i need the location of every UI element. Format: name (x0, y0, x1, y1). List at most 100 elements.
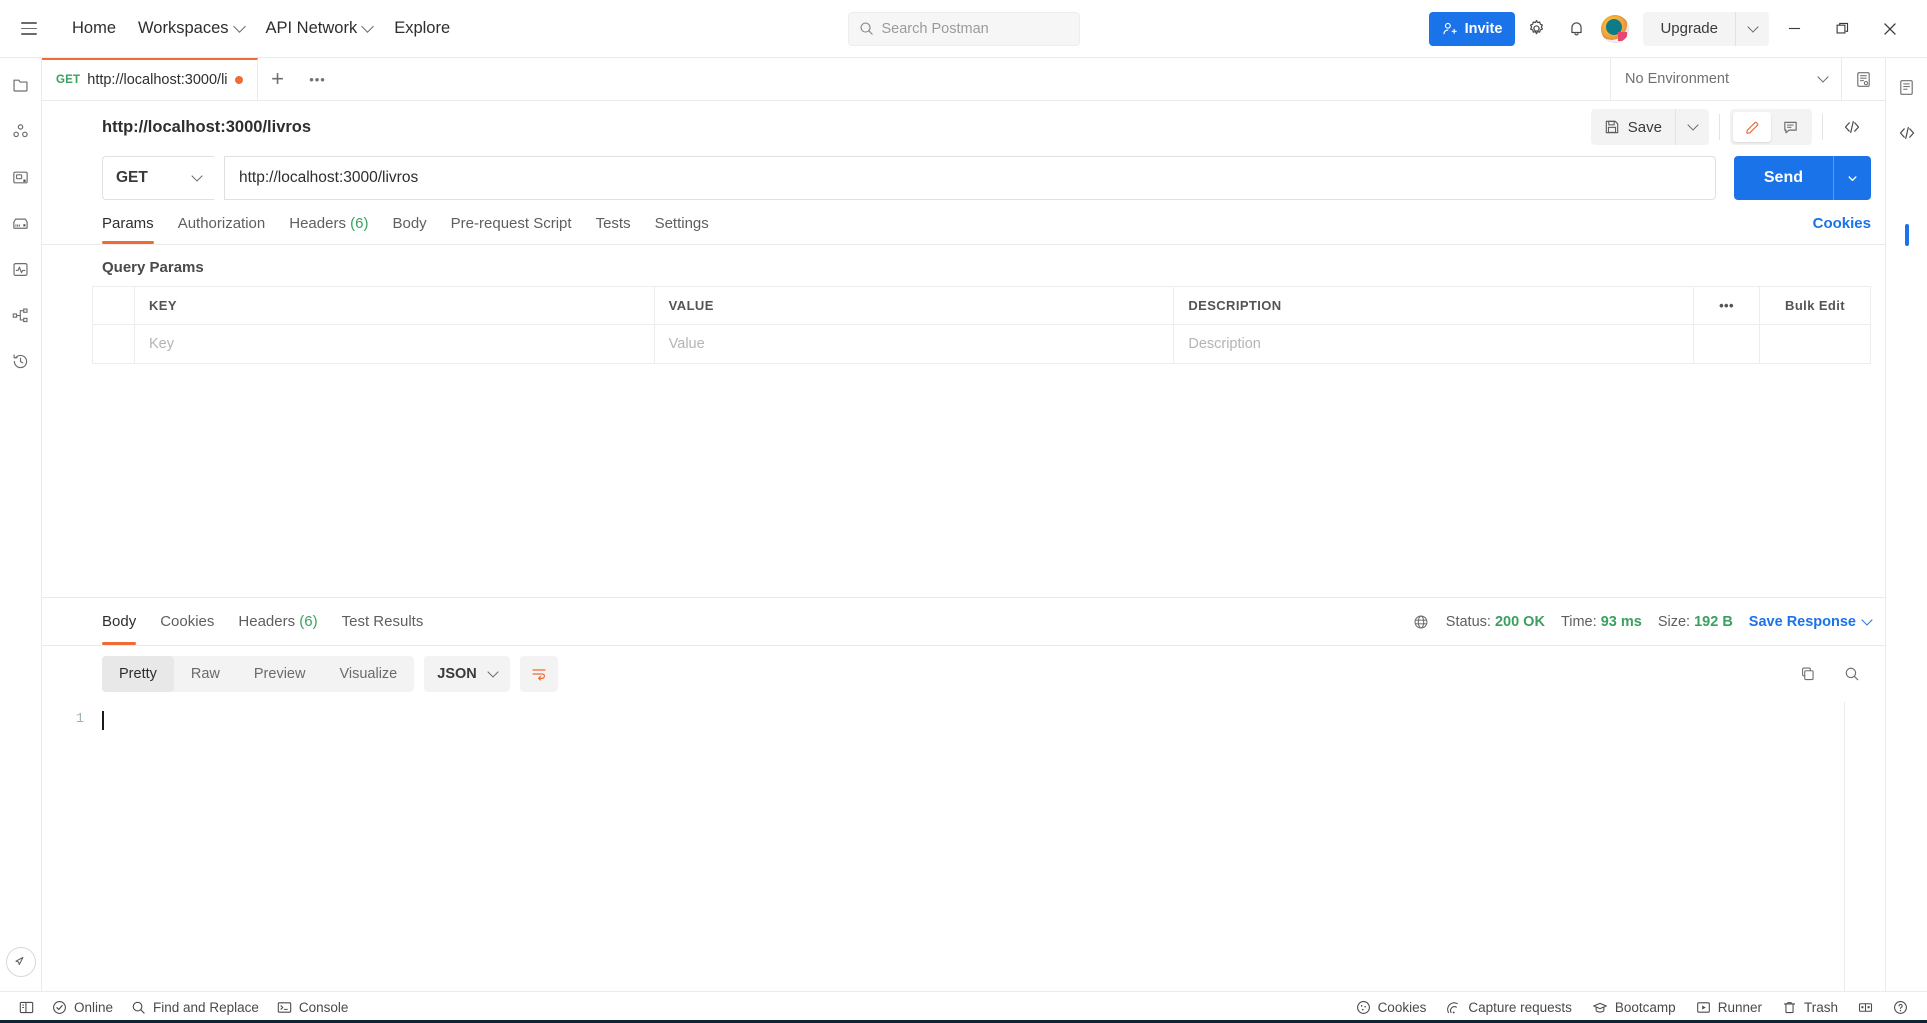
invite-button[interactable]: Invite (1428, 11, 1516, 46)
tab-headers[interactable]: Headers (6) (277, 204, 380, 244)
sidebar-item-code-snippet[interactable] (1892, 118, 1922, 148)
trash-button[interactable]: Trash (1773, 996, 1847, 1019)
sidebar-item-mock-servers[interactable] (6, 208, 36, 238)
new-tab-button[interactable]: + (258, 58, 298, 100)
tab-params[interactable]: Params (102, 204, 166, 244)
column-header-value: VALUE (655, 287, 1175, 324)
select-all-cell (93, 287, 135, 324)
sidebar-toggle-icon (19, 1001, 34, 1014)
sidebar-item-flows[interactable] (6, 300, 36, 330)
settings-button[interactable] (1517, 10, 1555, 48)
find-and-replace-button[interactable]: Find and Replace (122, 996, 268, 1019)
tab-settings[interactable]: Settings (643, 204, 721, 244)
tab-body[interactable]: Body (380, 204, 438, 244)
online-status[interactable]: Online (43, 996, 122, 1019)
notifications-button[interactable] (1557, 10, 1595, 48)
response-format-selector[interactable]: JSON (424, 656, 510, 692)
save-response-button[interactable]: Save Response (1749, 613, 1873, 630)
cookies-link[interactable]: Cookies (1813, 215, 1871, 232)
search-input[interactable]: Search Postman (847, 11, 1080, 46)
runner-button[interactable]: Runner (1687, 996, 1771, 1019)
row-checkbox-cell[interactable] (93, 325, 135, 363)
view-mode-preview[interactable]: Preview (237, 656, 323, 692)
table-row[interactable]: Key Value Description (93, 325, 1870, 364)
copy-button[interactable] (1789, 655, 1827, 693)
nav-item-api-network[interactable]: API Network (256, 12, 383, 45)
right-sidebar (1885, 58, 1927, 991)
environment-quicklook-button[interactable] (1841, 58, 1885, 100)
table-options-button[interactable]: ••• (1694, 287, 1761, 324)
pulse-icon (13, 262, 28, 276)
value-input[interactable]: Value (655, 325, 1175, 363)
tab-label: Authorization (177, 214, 266, 232)
tab-authorization[interactable]: Authorization (166, 204, 278, 244)
response-pane: Body Cookies Headers (6) Test Results St… (42, 597, 1885, 991)
layout-toggle-button[interactable] (1849, 996, 1882, 1019)
sidebar-item-documentation[interactable] (1892, 72, 1922, 102)
tab-options-button[interactable]: ••• (298, 58, 338, 100)
upgrade-button[interactable]: Upgrade (1643, 12, 1735, 46)
sidebar-item-collections[interactable] (6, 70, 36, 100)
edit-mode-button[interactable] (1733, 112, 1771, 142)
sidebar-item-apis[interactable] (6, 116, 36, 146)
close-icon (1884, 22, 1896, 35)
save-button[interactable]: Save (1591, 109, 1675, 145)
minimize-button[interactable] (1771, 8, 1817, 50)
help-button[interactable] (1884, 996, 1917, 1019)
response-tab-headers[interactable]: Headers (6) (226, 599, 329, 645)
view-mode-visualize[interactable]: Visualize (322, 656, 414, 692)
response-meta: Status: 200 OK Time: 93 ms Size: 192 B S… (1412, 613, 1873, 631)
search-response-button[interactable] (1833, 655, 1871, 693)
tab-count: (6) (350, 214, 369, 232)
unsaved-indicator (234, 76, 243, 84)
capture-requests-button[interactable]: Capture requests (1437, 996, 1581, 1019)
save-dropdown-button[interactable] (1675, 109, 1709, 145)
nav-item-explore[interactable]: Explore (384, 12, 460, 45)
console-button[interactable]: Console (268, 996, 358, 1019)
view-mode-raw[interactable]: Raw (174, 656, 237, 692)
sidebar-item-environments[interactable] (6, 162, 36, 192)
terminal-icon (277, 1002, 292, 1013)
nav-item-label: Workspaces (138, 19, 229, 37)
response-tab-body[interactable]: Body (102, 599, 148, 645)
send-button[interactable]: Send (1733, 156, 1833, 200)
http-method-selector[interactable]: GET (102, 156, 214, 200)
response-tab-test-results[interactable]: Test Results (330, 599, 436, 645)
wrap-lines-button[interactable] (519, 656, 558, 692)
status-bar: Online Find and Replace Console Cookies (0, 991, 1927, 1023)
sidebar-item-monitors[interactable] (6, 254, 36, 284)
hamburger-icon[interactable] (12, 12, 46, 46)
save-group: Save (1590, 109, 1709, 145)
invite-label: Invite (1464, 20, 1503, 37)
url-input[interactable]: http://localhost:3000/livros (224, 156, 1716, 200)
tab-tests[interactable]: Tests (584, 204, 643, 244)
nav-item-workspaces[interactable]: Workspaces (128, 12, 253, 45)
tab-pre-request-script[interactable]: Pre-request Script (439, 204, 584, 244)
response-code-editor[interactable] (94, 702, 1885, 991)
chevron-down-icon (191, 170, 203, 182)
satellite-icon[interactable] (5, 947, 36, 977)
key-input[interactable]: Key (135, 325, 655, 363)
search-icon (859, 22, 873, 35)
maximize-button[interactable] (1819, 8, 1865, 50)
description-input[interactable]: Description (1174, 325, 1695, 363)
chevron-down-icon (487, 666, 499, 678)
view-mode-pretty[interactable]: Pretty (102, 656, 174, 692)
close-button[interactable] (1867, 8, 1913, 50)
request-tab[interactable]: GET http://localhost:3000/li (42, 58, 258, 100)
upgrade-dropdown-button[interactable] (1735, 11, 1769, 46)
sidebar-toggle-button[interactable] (10, 996, 43, 1019)
bootcamp-button[interactable]: Bootcamp (1583, 996, 1685, 1020)
send-dropdown-button[interactable] (1833, 156, 1871, 200)
response-tab-cookies[interactable]: Cookies (148, 599, 226, 645)
code-snippet-button[interactable] (1833, 108, 1871, 146)
nav-item-home[interactable]: Home (62, 12, 126, 45)
chevron-down-icon (1861, 613, 1873, 626)
scroll-indicator[interactable] (1904, 224, 1909, 246)
cookies-button[interactable]: Cookies (1347, 996, 1436, 1019)
bulk-edit-button[interactable]: Bulk Edit (1760, 287, 1870, 324)
avatar[interactable] (1601, 14, 1630, 43)
environment-selector[interactable]: No Environment (1611, 58, 1841, 100)
sidebar-item-history[interactable] (6, 346, 36, 376)
comment-button[interactable] (1771, 112, 1809, 142)
